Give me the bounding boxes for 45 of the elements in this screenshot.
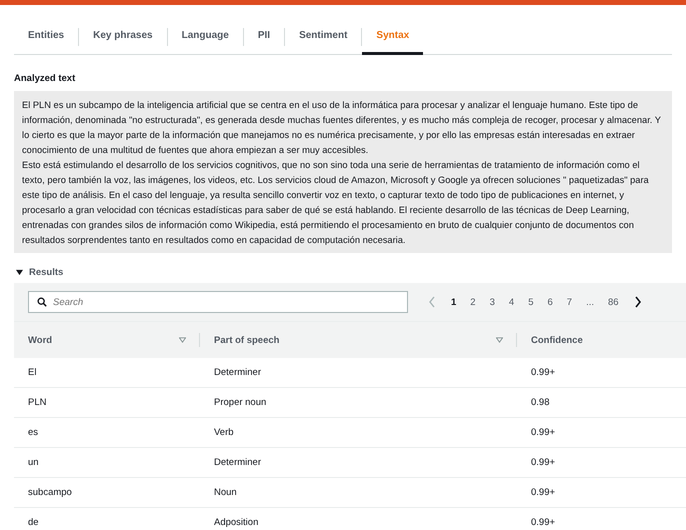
table-cell: Noun [214, 487, 237, 498]
tab[interactable]: PII [244, 20, 284, 54]
table-cell: es [28, 427, 38, 438]
table-cell: un [28, 457, 39, 468]
tab[interactable]: Language [168, 20, 243, 54]
page-link[interactable]: 6 [542, 296, 558, 308]
page-link[interactable]: 3 [484, 296, 500, 308]
caret-icon[interactable] [16, 269, 23, 276]
page-link[interactable]: 2 [465, 296, 481, 308]
table-cell: subcampo [28, 487, 72, 498]
table-cell: 0.99+ [531, 487, 556, 498]
sort-icon[interactable] [179, 337, 186, 343]
paragraph: El PLN es un subcampo de la inteligencia artificial que se centra en el uso de la informática para procesar y analizar el lenguaje humano. Este tipo de información, denominada "no estructurada", es generada desde muchas fuentes diferentes, y es mucho más compleja de recoger, procesar y almacenar. Y lo cierto es que la mayor parte de la información que manejamos no es numérica precisamente, y por ello las empresas están interesadas en extraer conocimiento de una multitud de fuentes que ahora empiezan a ser muy accesibles. [22, 99, 662, 157]
table-cell: Verb [214, 427, 234, 438]
table-cell: de [28, 517, 39, 528]
page-link[interactable]: 5 [523, 296, 538, 308]
page-link[interactable]: 7 [562, 296, 578, 308]
table-cell: 0.99+ [531, 367, 556, 378]
column-header[interactable]: Part of speech [214, 334, 280, 346]
tab[interactable]: Key phrases [79, 20, 167, 54]
page-link[interactable]: 86 [603, 296, 624, 308]
table-cell: 0.99+ [531, 457, 556, 468]
tab[interactable]: Sentiment [285, 20, 362, 54]
previous-page-icon[interactable] [428, 296, 436, 308]
table-cell: 0.99+ [531, 517, 556, 528]
column-header[interactable]: Word [28, 334, 52, 346]
page-link[interactable]: 4 [504, 296, 520, 308]
table-cell: Determiner [214, 367, 261, 378]
table-cell: Adposition [214, 517, 258, 528]
page-link[interactable]: 1 [446, 296, 462, 308]
column-header[interactable]: Confidence [531, 334, 583, 346]
table-cell: 0.98 [531, 397, 550, 408]
section-title: Analyzed text [14, 73, 76, 84]
tab[interactable]: Entities [14, 20, 78, 54]
table-cell: Determiner [214, 457, 261, 468]
page-link[interactable]: ... [581, 296, 599, 308]
paragraph: Esto está estimulando el desarrollo de los servicios cognitivos, que no son sino toda una serie de herramientas de tratamiento de información como el texto, pero también la voz, las imágenes, los videos, etc. Los servicios cloud de Amazon, Microsoft y Google ya ofrecen soluciones " paquetizadas" para este tipo de análisis. En el caso del lenguaje, ya resulta sencillo convertir voz en texto, o capturar texto de todo tipo de publicaciones en internet, y procesarlo a gran velocidad con técnicas estadísticas para saber de qué se está hablando. El reciente desarrollo de las técnicas de Deep Learning, entrenadas con grandes silos de información como Wikipedia, está permitiendo el procesamiento en bruto de cualquier conjunto de documentos con resultados sorprendentes tanto en resultados como en capacidad de computación necesaria. [22, 159, 650, 247]
search-field[interactable]: Search [28, 291, 408, 313]
table-cell: El [28, 367, 36, 378]
next-page-icon[interactable] [634, 296, 642, 308]
table-cell: Proper noun [214, 397, 266, 408]
section-title: Results [29, 267, 64, 278]
table-cell: PLN [28, 397, 46, 408]
table-cell: 0.99+ [531, 427, 556, 438]
sort-icon[interactable] [496, 337, 503, 343]
